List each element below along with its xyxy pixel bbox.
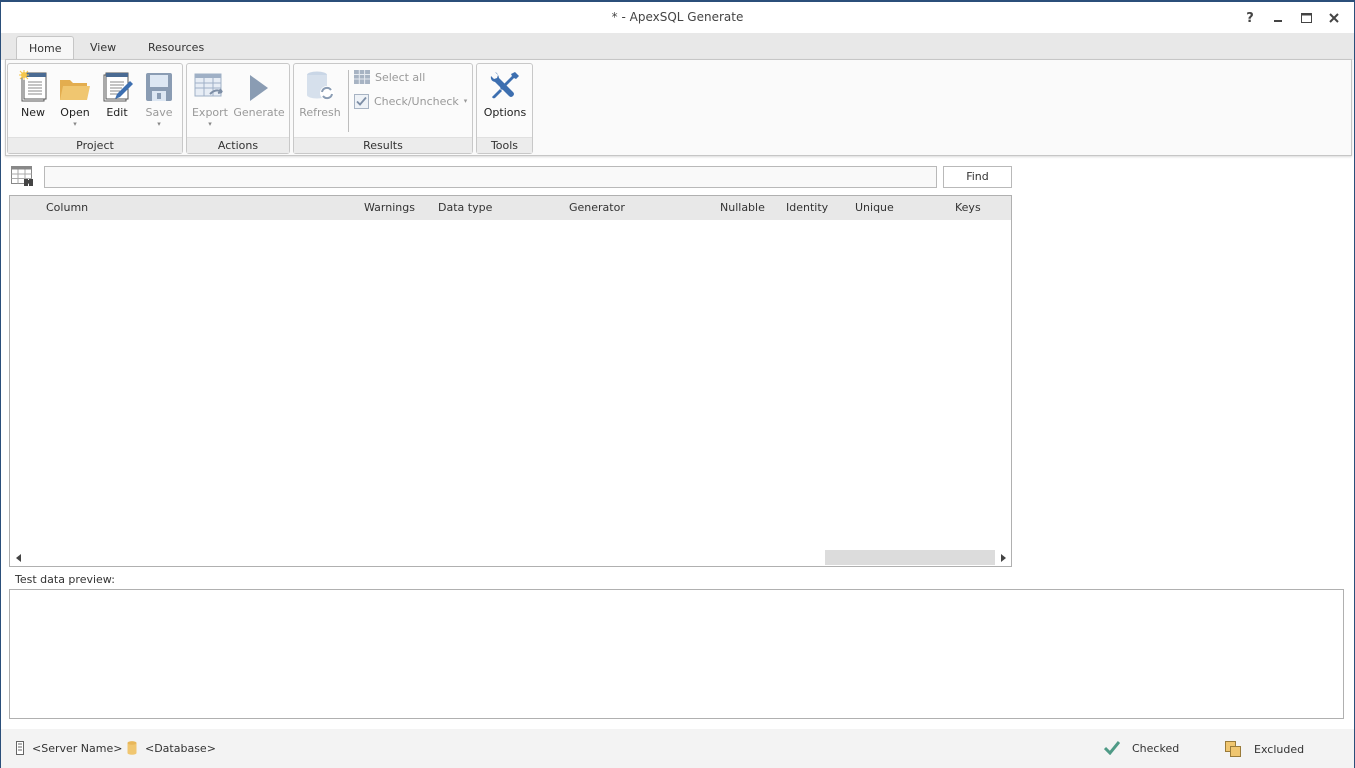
close-button[interactable] xyxy=(1320,8,1348,28)
window-title: * - ApexSQL Generate xyxy=(611,10,744,24)
column-header-generator[interactable]: Generator xyxy=(569,196,625,220)
preview-label: Test data preview: xyxy=(15,573,115,586)
close-icon xyxy=(1329,13,1339,23)
grid-select-icon xyxy=(354,70,370,84)
refresh-database-icon xyxy=(307,71,334,100)
wrench-screwdriver-icon xyxy=(490,72,519,99)
checked-label: Checked xyxy=(1132,741,1180,755)
open-label: Open xyxy=(60,106,90,119)
export-table-icon xyxy=(194,73,223,97)
minimize-button[interactable] xyxy=(1264,8,1292,28)
refresh-button[interactable]: Refresh xyxy=(297,68,343,134)
select-all-label: Select all xyxy=(375,70,426,84)
horizontal-scrollbar[interactable] xyxy=(10,549,1011,566)
save-label: Save xyxy=(145,106,173,119)
column-header-data-type[interactable]: Data type xyxy=(438,196,492,220)
database-name: <Database> xyxy=(145,741,216,755)
new-project-icon xyxy=(19,70,47,102)
generate-label: Generate xyxy=(233,106,285,119)
column-header-warnings[interactable]: Warnings xyxy=(364,196,415,220)
grid-search-toggle[interactable] xyxy=(11,166,35,188)
column-header-column[interactable]: Column xyxy=(46,196,88,220)
scroll-right-icon[interactable] xyxy=(998,553,1008,563)
server-status[interactable]: <Server Name> xyxy=(16,741,122,755)
database-status[interactable]: <Database> xyxy=(127,741,216,755)
refresh-label: Refresh xyxy=(299,106,341,119)
help-button[interactable]: ? xyxy=(1236,8,1264,28)
scrollbar-thumb[interactable] xyxy=(825,550,995,565)
scroll-left-icon[interactable] xyxy=(14,553,24,563)
status-bar: <Server Name> <Database> Checked Exclude… xyxy=(1,729,1354,768)
check-uncheck-dropdown-arrow[interactable]: ▾ xyxy=(464,97,468,105)
group-actions-label: Actions xyxy=(187,137,289,153)
app-window: * - ApexSQL Generate ? Home View Resourc… xyxy=(0,0,1355,768)
server-icon xyxy=(16,741,24,755)
export-label: Export xyxy=(191,106,228,119)
minimize-icon xyxy=(1274,20,1282,22)
excluded-icon xyxy=(1225,741,1241,757)
select-all-button[interactable]: Select all xyxy=(354,67,425,87)
options-label: Options xyxy=(483,106,527,119)
search-input[interactable] xyxy=(44,166,937,188)
play-icon xyxy=(250,75,268,101)
open-button[interactable]: Open ▾ xyxy=(54,68,96,134)
new-label: New xyxy=(21,106,45,119)
generate-button[interactable]: Generate xyxy=(232,68,286,134)
check-uncheck-button[interactable]: Check/Uncheck ▾ xyxy=(354,91,467,111)
results-separator xyxy=(348,70,349,132)
maximize-button[interactable] xyxy=(1292,8,1320,28)
save-dropdown-arrow[interactable]: ▾ xyxy=(138,120,180,128)
group-project-label: Project xyxy=(8,137,182,153)
maximize-icon xyxy=(1300,13,1312,23)
edit-button[interactable]: Edit xyxy=(96,68,138,134)
table-search-icon xyxy=(11,166,33,186)
tab-resources[interactable]: Resources xyxy=(136,36,216,61)
group-tools: Options Tools xyxy=(476,63,533,154)
group-results-label: Results xyxy=(294,137,472,153)
edit-project-icon xyxy=(103,72,133,102)
tab-home[interactable]: Home xyxy=(16,36,75,61)
group-results: Refresh Select all Check/Uncheck ▾ Resul… xyxy=(293,63,473,154)
group-project: New Open ▾ Edit Save ▾ Project xyxy=(7,63,183,154)
checkmark-icon xyxy=(1104,741,1120,755)
title-bar: * - ApexSQL Generate ? xyxy=(1,2,1354,33)
export-dropdown-arrow[interactable]: ▾ xyxy=(190,120,230,128)
tab-view[interactable]: View xyxy=(78,36,128,61)
export-button[interactable]: Export ▾ xyxy=(190,68,230,134)
column-header-keys[interactable]: Keys xyxy=(955,196,981,220)
server-name: <Server Name> xyxy=(32,741,123,755)
window-controls: ? xyxy=(1236,8,1348,28)
open-dropdown-arrow[interactable]: ▾ xyxy=(54,120,96,128)
test-data-preview-pane xyxy=(9,589,1344,719)
group-actions: Export ▾ Generate Actions xyxy=(186,63,290,154)
column-header-unique[interactable]: Unique xyxy=(855,196,894,220)
options-button[interactable]: Options xyxy=(479,68,531,134)
save-button[interactable]: Save ▾ xyxy=(138,68,180,134)
ribbon: New Open ▾ Edit Save ▾ Project Export ▾ … xyxy=(5,59,1352,156)
help-icon: ? xyxy=(1246,10,1254,26)
edit-label: Edit xyxy=(106,106,128,119)
column-header-nullable[interactable]: Nullable xyxy=(720,196,765,220)
columns-grid: Column Warnings Data type Generator Null… xyxy=(9,195,1012,567)
open-folder-icon xyxy=(60,80,90,100)
check-uncheck-label: Check/Uncheck xyxy=(374,94,459,108)
ribbon-tabstrip: Home View Resources xyxy=(1,33,1354,61)
excluded-legend: Excluded xyxy=(1225,741,1304,757)
new-button[interactable]: New xyxy=(12,68,54,134)
checked-legend: Checked xyxy=(1104,741,1179,755)
group-tools-label: Tools xyxy=(477,137,532,153)
find-button[interactable]: Find xyxy=(943,166,1012,188)
save-disk-icon xyxy=(146,73,172,101)
grid-header: Column Warnings Data type Generator Null… xyxy=(10,196,1011,220)
excluded-label: Excluded xyxy=(1254,742,1305,756)
column-header-identity[interactable]: Identity xyxy=(786,196,828,220)
database-icon xyxy=(127,741,137,755)
checkbox-icon xyxy=(354,93,369,109)
